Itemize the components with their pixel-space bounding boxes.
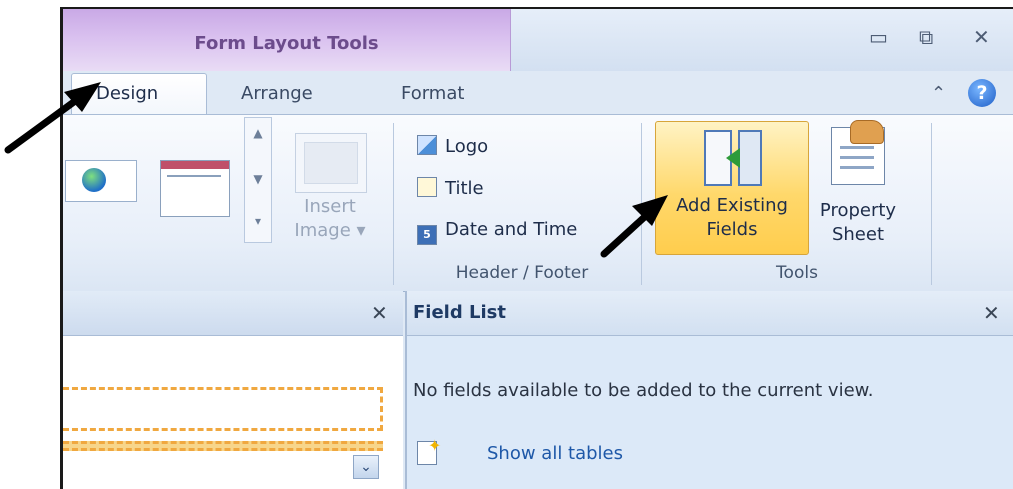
arrow-to-add-existing-fields-icon — [600, 195, 668, 258]
arrow-to-design-tab-icon — [4, 82, 101, 154]
annotation-arrows — [4, 82, 668, 258]
